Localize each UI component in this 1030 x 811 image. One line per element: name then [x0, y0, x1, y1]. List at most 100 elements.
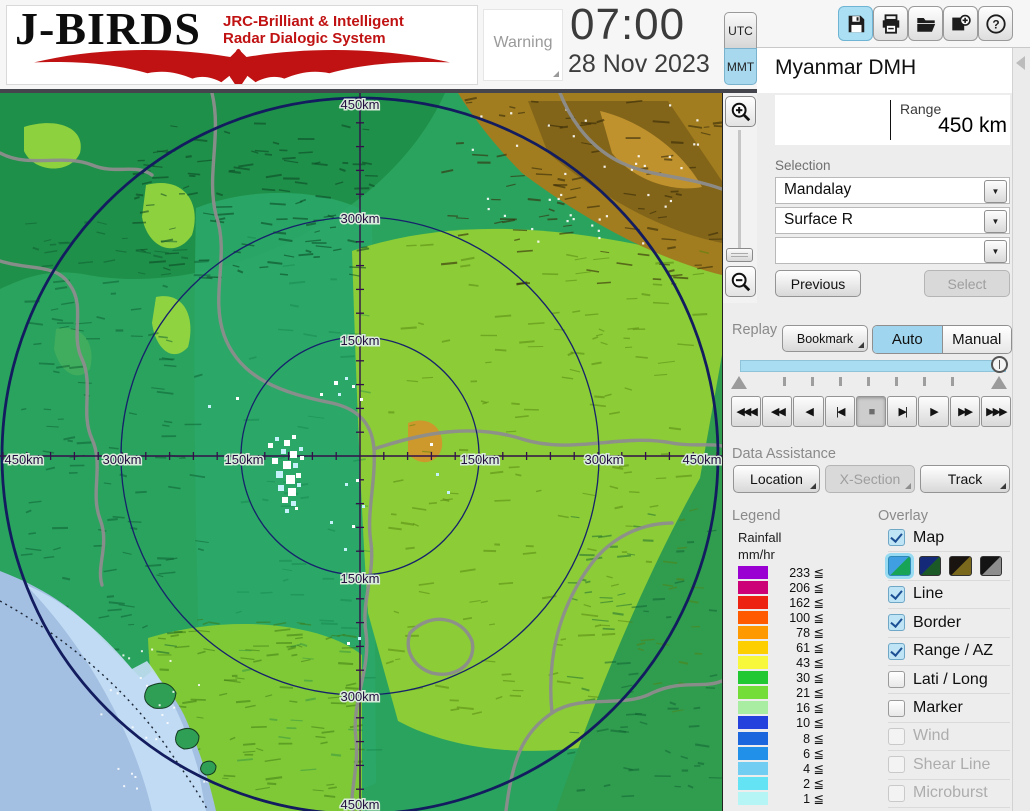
- legend-swatch: [738, 686, 768, 699]
- selection-dropdown-2[interactable]: Surface R▼: [775, 207, 1010, 234]
- logo-subtitle-1: JRC-Brilliant & Intelligent: [223, 14, 404, 30]
- rain-echo: [292, 435, 296, 439]
- line-checkbox[interactable]: [888, 586, 905, 603]
- legend-value: 43 ≦: [772, 655, 824, 670]
- border-checkbox[interactable]: [888, 614, 905, 631]
- zoom-slider-track[interactable]: [738, 130, 741, 248]
- legend-swatch: [738, 716, 768, 729]
- save-button[interactable]: [838, 6, 873, 41]
- rain-echo: [352, 385, 355, 388]
- overlay-row-marker: Marker: [888, 694, 1010, 722]
- rain-echo: [296, 473, 301, 478]
- map-style-4-button[interactable]: [980, 556, 1003, 576]
- rain-echo: [291, 501, 296, 506]
- range-ring-label: 450km: [4, 452, 43, 467]
- range-az-checkbox[interactable]: [888, 643, 905, 660]
- lati-long-checkbox[interactable]: [888, 671, 905, 688]
- mmt-button[interactable]: MMT: [724, 48, 757, 85]
- legend-value: 162 ≦: [772, 595, 824, 610]
- legend-swatch: [738, 566, 768, 579]
- legend-label: Legend: [732, 508, 780, 524]
- location-button[interactable]: Location: [733, 465, 820, 493]
- step-backward-button[interactable]: |◀: [825, 396, 855, 427]
- slider-tick: [923, 377, 926, 386]
- legend-row: 6 ≦: [738, 746, 858, 761]
- replay-label: Replay: [732, 322, 777, 338]
- replay-slider-handle[interactable]: [991, 356, 1008, 373]
- track-button[interactable]: Track: [920, 465, 1010, 493]
- help-button[interactable]: ?: [978, 6, 1013, 41]
- previous-button[interactable]: Previous: [775, 270, 861, 297]
- open-folder-button[interactable]: [908, 6, 943, 41]
- range-ring-label: 300km: [340, 689, 379, 704]
- play-forward-button[interactable]: ▶: [918, 396, 948, 427]
- rain-echo: [356, 479, 359, 482]
- capture-add-button[interactable]: [943, 6, 978, 41]
- rain-echo: [358, 637, 361, 640]
- panel-collapse-strip[interactable]: [1012, 48, 1030, 811]
- range-divider: [890, 100, 891, 140]
- svg-text:?: ?: [992, 17, 999, 31]
- print-button[interactable]: [873, 6, 908, 41]
- manual-button[interactable]: Manual: [943, 326, 1012, 353]
- map-checkbox[interactable]: [888, 529, 905, 546]
- overlay-row-line: Line: [888, 581, 1010, 609]
- chevron-down-icon[interactable]: ▼: [984, 240, 1007, 263]
- utc-button[interactable]: UTC: [724, 12, 757, 49]
- bookmark-button[interactable]: Bookmark: [782, 325, 868, 352]
- rain-echo: [282, 497, 288, 503]
- bookmark-fold-icon: [858, 342, 864, 348]
- range-ring-label: 150km: [224, 452, 263, 467]
- selection-dropdown-1[interactable]: Mandalay▼: [775, 177, 1010, 204]
- overlay-item-label: Marker: [913, 699, 963, 717]
- rain-echo: [295, 507, 298, 510]
- zoom-out-button[interactable]: [725, 266, 756, 297]
- warning-button[interactable]: Warning: [483, 9, 563, 81]
- replay-slider-track[interactable]: [740, 360, 1006, 372]
- zoom-in-button[interactable]: [725, 96, 756, 127]
- legend-value: 78 ≦: [772, 625, 824, 640]
- slider-tick: [811, 377, 814, 386]
- rain-echo: [281, 449, 286, 454]
- fastest-forward-button[interactable]: ▶▶▶: [981, 396, 1011, 427]
- map-style-2-button[interactable]: [919, 556, 942, 576]
- overlay-row-microburst: Microburst: [888, 780, 1010, 808]
- overlay-row-range-az: Range / AZ: [888, 638, 1010, 666]
- rain-echo: [285, 509, 289, 513]
- rain-echo: [300, 456, 304, 460]
- slider-tick: [895, 377, 898, 386]
- legend-swatch: [738, 792, 768, 805]
- x-section-button[interactable]: X-Section: [825, 465, 915, 493]
- map-style-1-button[interactable]: [888, 556, 911, 576]
- selection-dropdown-3[interactable]: ▼: [775, 237, 1010, 264]
- radar-map[interactable]: 450km300km150km150km300km450km450km300km…: [0, 93, 723, 811]
- range-ring-label: 150km: [340, 571, 379, 586]
- zoom-slider-handle[interactable]: [726, 248, 753, 262]
- map-style-3-button[interactable]: [949, 556, 972, 576]
- stop-button[interactable]: ■: [856, 396, 886, 427]
- range-ring-label: 300km: [102, 452, 141, 467]
- rain-echo: [276, 471, 283, 478]
- chevron-down-icon[interactable]: ▼: [984, 210, 1007, 233]
- range-box: Range 450 km: [775, 95, 1010, 145]
- fast-rewind-button[interactable]: ◀◀: [762, 396, 792, 427]
- marker-checkbox[interactable]: [888, 700, 905, 717]
- step-forward-button[interactable]: ▶|: [887, 396, 917, 427]
- logo-subtitle-2: Radar Dialogic System: [223, 31, 386, 47]
- play-backward-button[interactable]: ◀: [793, 396, 823, 427]
- chevron-down-icon[interactable]: ▼: [984, 180, 1007, 203]
- panel-collapse-icon[interactable]: [1016, 56, 1025, 70]
- auto-button[interactable]: Auto: [873, 326, 943, 353]
- legend-row: 43 ≦: [738, 655, 858, 670]
- fast-forward-button[interactable]: ▶▶: [950, 396, 980, 427]
- overlay-item-label: Map: [913, 529, 944, 547]
- legend-value: 8 ≦: [772, 731, 824, 746]
- warning-label: Warning: [484, 34, 562, 52]
- fastest-rewind-button[interactable]: ◀◀◀: [731, 396, 761, 427]
- legend-row: 78 ≦: [738, 625, 858, 640]
- legend-scale: 233 ≦206 ≦162 ≦100 ≦78 ≦61 ≦43 ≦30 ≦21 ≦…: [738, 565, 858, 806]
- range-ring-label: 450km: [682, 452, 721, 467]
- select-button[interactable]: Select: [924, 270, 1010, 297]
- range-ring-label: 150km: [340, 333, 379, 348]
- warning-fold-icon: [553, 71, 559, 77]
